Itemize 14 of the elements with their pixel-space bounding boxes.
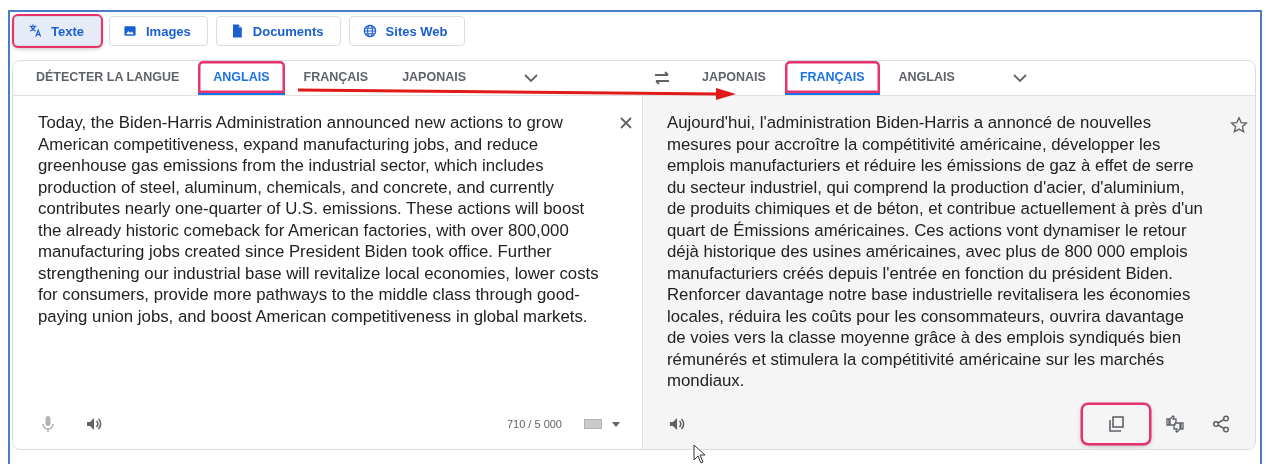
source-text: Today, the Biden-Harris Administration announced new actions to grow American competitiveness, expand manufacturing jobs, and reduce greenhouse gas emissions from the industrial sector, which includes production of steel, aluminum, chemicals, and concrete, and currently contributes nearly one-quarter of U.S. emissions. These actions will boost the already historic comeback for American factories, with over 800,000 manufacturing jobs created since President Biden took office. Further strengthening our industrial base will revitalize local economies, lower costs for consumers, provide more pathways to the middle class through good-paying union jobs, and boost American competitiveness in global markets. <box>38 112 600 327</box>
mode-tab[interactable]: Sites Web <box>348 16 465 46</box>
language-tab[interactable]: ANGLAIS <box>883 61 970 95</box>
language-tab[interactable]: DÉTECTER LA LANGUE <box>21 61 195 95</box>
character-count: 710 / 5 000 <box>506 418 562 430</box>
language-tab[interactable]: JAPONAIS <box>687 61 781 95</box>
language-tab[interactable]: FRANÇAIS <box>288 61 384 95</box>
mode-tab[interactable]: Texte <box>14 16 101 46</box>
mode-tab[interactable]: Documents <box>215 16 341 46</box>
mode-tab[interactable]: Images <box>109 16 208 46</box>
language-tab[interactable]: ANGLAIS <box>198 61 285 95</box>
language-tab[interactable]: FRANÇAIS <box>784 61 880 95</box>
translated-text: Aujourd'hui, l'administration Biden-Harris a annoncé de nouvelles mesures pour accroître la compétitivité américaine, développer les emplois manufacturiers et réduire les émissions de gaz à effet de serre du secteur industriel, qui comprend la production d'acier, d'aluminium, de produits chimiques et de béton, et contribue actuellement à près d'un quart de Émissions américaines. Ces actions vont dynamiser le retour déjà historique des usines américaines, avec plus de 800 000 emplois manufacturiers créés depuis l'entrée en fonction du président Biden. Renforcer davantage notre base industrielle revitalisera les économies locales, réduira les coûts pour les consommateurs, ouvrira davantage de voies vers la classe moyenne grâce à des emplois syndiqués bien rémunérés et stimulera la compétitivité américaine sur les marchés mondiaux. <box>667 112 1204 392</box>
language-tab[interactable]: JAPONAIS <box>387 61 482 95</box>
